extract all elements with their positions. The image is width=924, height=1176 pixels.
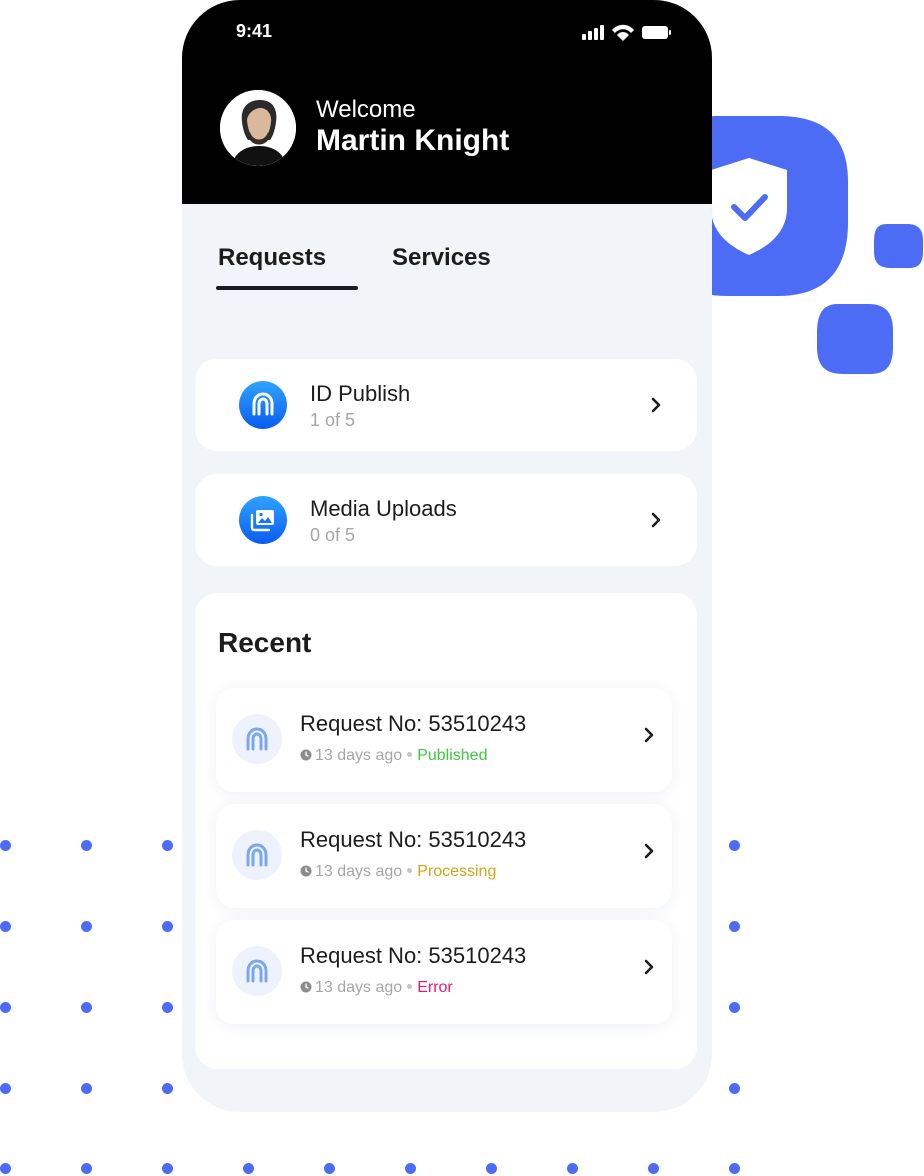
user-name: Martin Knight — [316, 124, 510, 157]
decorative-dot — [243, 1163, 254, 1174]
active-tab-indicator — [216, 286, 358, 290]
card-progress: 0 of 5 — [310, 525, 356, 545]
request-meta: 13 days ago Processing — [300, 863, 496, 881]
tab-services[interactable]: Services — [392, 244, 491, 272]
chevron-right-icon — [644, 843, 654, 859]
media-uploads-card[interactable]: Media Uploads 0 of 5 — [195, 474, 697, 566]
phone-screen: 9:41 Welcome Martin Knight Requests Serv… — [182, 0, 712, 1112]
profile-header: 9:41 Welcome Martin Knight — [182, 0, 712, 204]
request-meta: 13 days ago Published — [300, 747, 487, 765]
decorative-dot — [405, 1163, 416, 1174]
decorative-dot — [162, 840, 173, 851]
separator-dot — [407, 984, 413, 989]
card-progress: 1 of 5 — [310, 410, 356, 430]
fingerprint-icon — [239, 381, 287, 429]
decorative-blob-small — [874, 224, 923, 268]
request-number: Request No: 53510243 — [300, 943, 527, 968]
request-row[interactable]: Request No: 53510243 13 days ago Error — [216, 920, 672, 1024]
decorative-dot — [162, 921, 173, 932]
clock-icon — [300, 981, 312, 993]
decorative-dot — [162, 1163, 173, 1174]
request-time: 13 days ago — [315, 979, 403, 996]
chevron-right-icon — [644, 727, 654, 743]
decorative-dot — [0, 921, 11, 932]
decorative-dot — [729, 1163, 740, 1174]
avatar-portrait-icon — [220, 90, 296, 166]
status-time: 9:41 — [236, 21, 273, 41]
decorative-dot — [324, 1163, 335, 1174]
decorative-dot — [81, 921, 92, 932]
decorative-dot — [0, 1083, 11, 1094]
chevron-right-icon — [651, 512, 661, 528]
media-gallery-icon — [239, 496, 287, 544]
request-row[interactable]: Request No: 53510243 13 days ago Publishe… — [216, 688, 672, 792]
decorative-dot — [162, 1083, 173, 1094]
user-avatar[interactable] — [220, 90, 296, 166]
request-number: Request No: 53510243 — [300, 711, 527, 736]
decorative-dot — [0, 840, 11, 851]
decorative-dot — [81, 1083, 92, 1094]
chevron-right-icon — [651, 397, 661, 413]
decorative-dot — [486, 1163, 497, 1174]
card-title: Media Uploads — [310, 496, 457, 521]
decorative-dot — [81, 840, 92, 851]
decorative-dot — [729, 1002, 740, 1013]
recent-panel: Recent Request No: 53510243 13 days ago P… — [195, 593, 697, 1069]
request-number: Request No: 53510243 — [300, 827, 527, 852]
status-indicators-icon — [582, 24, 671, 41]
clock-icon — [300, 749, 312, 761]
decorative-dot — [0, 1163, 11, 1174]
decorative-dot — [729, 840, 740, 851]
status-error: Error — [417, 979, 453, 996]
chevron-right-icon — [644, 959, 654, 975]
tab-requests[interactable]: Requests — [218, 244, 326, 272]
recent-heading: Recent — [218, 627, 312, 658]
decorative-dot — [648, 1163, 659, 1174]
welcome-text: Welcome — [316, 96, 416, 123]
separator-dot — [407, 868, 413, 873]
decorative-dot — [81, 1163, 92, 1174]
fingerprint-icon — [232, 946, 282, 996]
separator-dot — [407, 752, 413, 757]
status-processing: Processing — [417, 863, 497, 880]
request-row[interactable]: Request No: 53510243 13 days ago Processi… — [216, 804, 672, 908]
decorative-dot — [729, 1083, 740, 1094]
decorative-dot — [162, 1002, 173, 1013]
card-title: ID Publish — [310, 381, 411, 406]
fingerprint-icon — [232, 714, 282, 764]
request-time: 13 days ago — [315, 747, 403, 764]
request-meta: 13 days ago Error — [300, 979, 453, 997]
decorative-dot — [567, 1163, 578, 1174]
decorative-dot — [81, 1002, 92, 1013]
decorative-dot — [729, 921, 740, 932]
request-time: 13 days ago — [315, 863, 403, 880]
fingerprint-icon — [232, 830, 282, 880]
decorative-blob-medium — [817, 304, 893, 374]
decorative-dot — [0, 1002, 11, 1013]
status-published: Published — [417, 747, 488, 764]
clock-icon — [300, 865, 312, 877]
id-publish-card[interactable]: ID Publish 1 of 5 — [195, 359, 697, 451]
